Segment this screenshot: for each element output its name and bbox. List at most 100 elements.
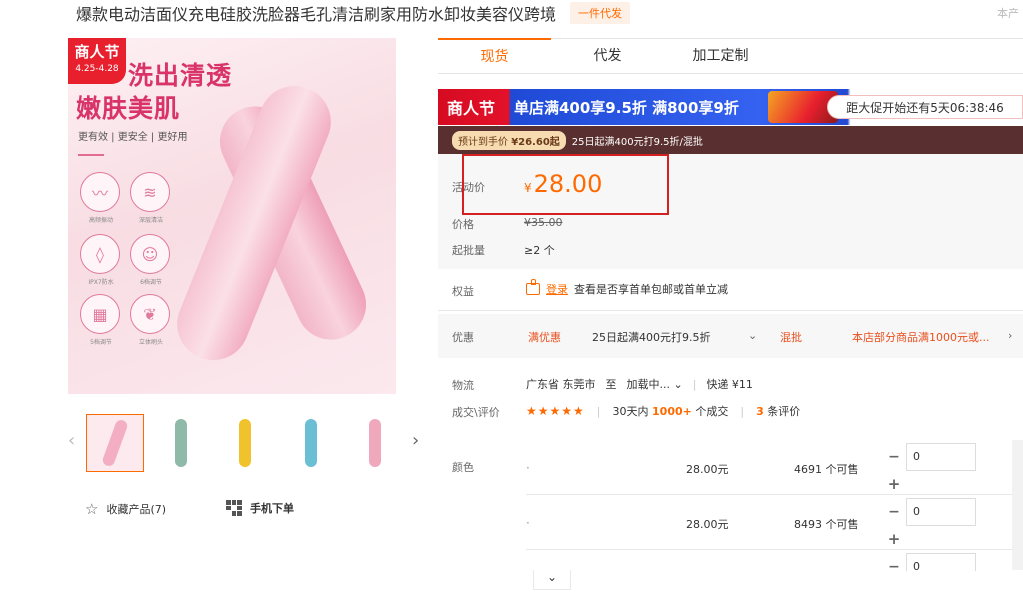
divider	[438, 310, 1023, 311]
discount-label: 优惠	[452, 331, 474, 344]
moq-value: ≥2 个	[524, 244, 555, 257]
sold-suffix: 个成交	[695, 405, 729, 418]
expand-sku-button[interactable]: ⌄	[533, 570, 571, 590]
activity-price: ¥28.00	[524, 170, 602, 198]
review-suffix: 条评价	[767, 405, 801, 418]
currency-symbol: ¥	[524, 181, 532, 195]
pulse-icon: 〰	[80, 172, 120, 212]
feature-label: 立体刷头	[138, 339, 163, 346]
feature-modes: ▦ 5档调节	[80, 294, 122, 346]
thumbnail-5[interactable]	[346, 414, 404, 472]
plus-button[interactable]: +	[882, 473, 906, 495]
thumbnail-3[interactable]	[216, 414, 274, 472]
sku-row: · 28.00元 8493 个可售 − 0 +	[526, 496, 1023, 550]
thumbnail-device	[305, 419, 317, 467]
quantity-input[interactable]: 0	[906, 553, 976, 571]
feature-vibration: 〰 高频振动	[80, 172, 122, 224]
quantity-stepper: − 0	[882, 553, 976, 571]
express-fee: 快递 ¥11	[706, 378, 753, 391]
discount-row: 优惠 满优惠 25日起满400元打9.5折 ⌄ 混批 本店部分商品满1000元或…	[438, 314, 1023, 358]
sku-price: 28.00元	[686, 518, 729, 531]
hero-divider	[78, 154, 104, 156]
chevron-right-icon[interactable]: ›	[412, 430, 419, 451]
chevron-down-icon: ⌄	[546, 570, 558, 584]
mix-desc: 本店部分商品满1000元或...	[852, 331, 990, 344]
rights-row: 登录 查看是否享首单包邮或首单立减	[526, 279, 728, 297]
feature-label: 6档调节	[140, 279, 162, 286]
separator: |	[692, 377, 697, 391]
orig-price-label: 价格	[452, 218, 474, 231]
sku-dot: ·	[526, 461, 530, 475]
promo-banner[interactable]: 商人节 单店满400享9.5折 满800享9折 距大促开始还有5天06:38:4…	[438, 89, 1023, 125]
sku-dot: ·	[526, 516, 530, 530]
thumbnail-1[interactable]	[86, 414, 144, 472]
festival-badge: 商人节 4.25-4.28	[68, 38, 126, 84]
quantity-stepper: − 0	[882, 443, 976, 471]
thumbnail-strip: ‹ ›	[68, 408, 428, 472]
festival-badge-title: 商人节	[74, 43, 120, 61]
scroll-track[interactable]	[1012, 440, 1023, 570]
favorite-button[interactable]: ☆ 收藏产品(7)	[85, 500, 166, 518]
trade-label: 成交\评价	[452, 406, 500, 419]
dropship-tag[interactable]: 一件代发	[570, 2, 631, 24]
sku-list[interactable]: 颜色 · 28.00元 4691 个可售 − 0 + · 28.00元 8493…	[438, 441, 1023, 571]
thumbnail-device	[175, 419, 187, 467]
chevron-down-icon[interactable]: ⌄	[748, 329, 757, 342]
corner-text: 本产	[997, 7, 1019, 20]
thumbnail-device	[239, 419, 251, 467]
feature-label: 5档调节	[90, 339, 112, 346]
feature-label: IPX7防水	[88, 279, 114, 286]
thumbnail-device	[369, 419, 381, 467]
trade-row: ★★★★★ | 30天内 1000+ 个成交 | 3 条评价	[526, 403, 800, 419]
feature-waterproof: ◊ IPX7防水	[80, 234, 122, 286]
original-price: ¥35.00	[524, 216, 563, 229]
minus-button[interactable]: −	[882, 443, 906, 471]
rights-label: 权益	[452, 285, 474, 298]
thumbnail-device	[101, 418, 129, 468]
logistics-to-word: 至	[605, 378, 617, 391]
destination-value: 加载中...	[626, 378, 671, 391]
sold-count: 1000+	[652, 405, 692, 418]
login-link[interactable]: 登录	[546, 281, 568, 297]
feature-label: 高频振动	[88, 217, 113, 224]
main-product-image[interactable]: 商人节 4.25-4.28 洗出清透 嫩肤美肌 更有效 | 更安全 | 更好用 …	[68, 38, 396, 394]
promo-countdown: 距大促开始还有5天06:38:46	[827, 95, 1023, 119]
leaf-icon: ❦	[130, 294, 170, 334]
tab-custom[interactable]: 加工定制	[664, 39, 777, 73]
chevron-left-icon[interactable]: ‹	[68, 430, 75, 451]
bubbles-icon: ≋	[130, 172, 170, 212]
face-icon: ☺	[130, 234, 170, 274]
quantity-stepper: − 0	[882, 498, 976, 526]
rating-stars: ★★★★★	[526, 404, 585, 418]
destination-select[interactable]: 加载中... ⌄	[627, 376, 683, 392]
tab-dropship[interactable]: 代发	[551, 39, 664, 73]
chevron-right-icon[interactable]: ›	[1008, 329, 1012, 342]
separator: |	[740, 404, 745, 418]
promo-festival-label: 商人节	[446, 99, 495, 118]
mobile-order-button[interactable]: 手机下单	[226, 500, 294, 516]
sold-info: 30天内 1000+ 个成交	[613, 403, 729, 419]
product-title: 爆款电动洁面仪充电硅胶洗脸器毛孔清洁刷家用防水卸妆美容仪跨境	[76, 5, 557, 24]
quantity-input[interactable]: 0	[906, 498, 976, 526]
estimate-value: ¥26.60起	[511, 136, 560, 148]
sku-stock: 8493 个可售	[794, 518, 859, 531]
feature-deep-clean: ≋ 深层清洁	[130, 172, 172, 224]
tab-in-stock[interactable]: 现货	[438, 38, 551, 73]
thumbnail-4[interactable]	[282, 414, 340, 472]
mobile-order-label: 手机下单	[250, 502, 294, 515]
minus-button[interactable]: −	[882, 553, 906, 571]
review-link[interactable]: 3 条评价	[756, 403, 800, 419]
sku-stock: 4691 个可售	[794, 463, 859, 476]
title-bar: 爆款电动洁面仪充电硅胶洗脸器毛孔清洁刷家用防水卸妆美容仪跨境 一件代发	[76, 0, 631, 26]
rights-desc: 查看是否享首单包邮或首单立减	[574, 283, 728, 296]
sku-price: 28.00元	[686, 463, 729, 476]
logistics-row: 广东省 东莞市 至 加载中... ⌄ | 快递 ¥11	[526, 376, 753, 392]
chevron-down-icon: ⌄	[673, 378, 683, 391]
quantity-input[interactable]: 0	[906, 443, 976, 471]
color-label: 颜色	[452, 461, 474, 474]
estimate-desc: 25日起满400元打9.5折/混批	[571, 136, 703, 148]
estimate-label: 预计到手价	[458, 136, 508, 148]
plus-button[interactable]: +	[882, 528, 906, 550]
thumbnail-2[interactable]	[152, 414, 210, 472]
minus-button[interactable]: −	[882, 498, 906, 526]
